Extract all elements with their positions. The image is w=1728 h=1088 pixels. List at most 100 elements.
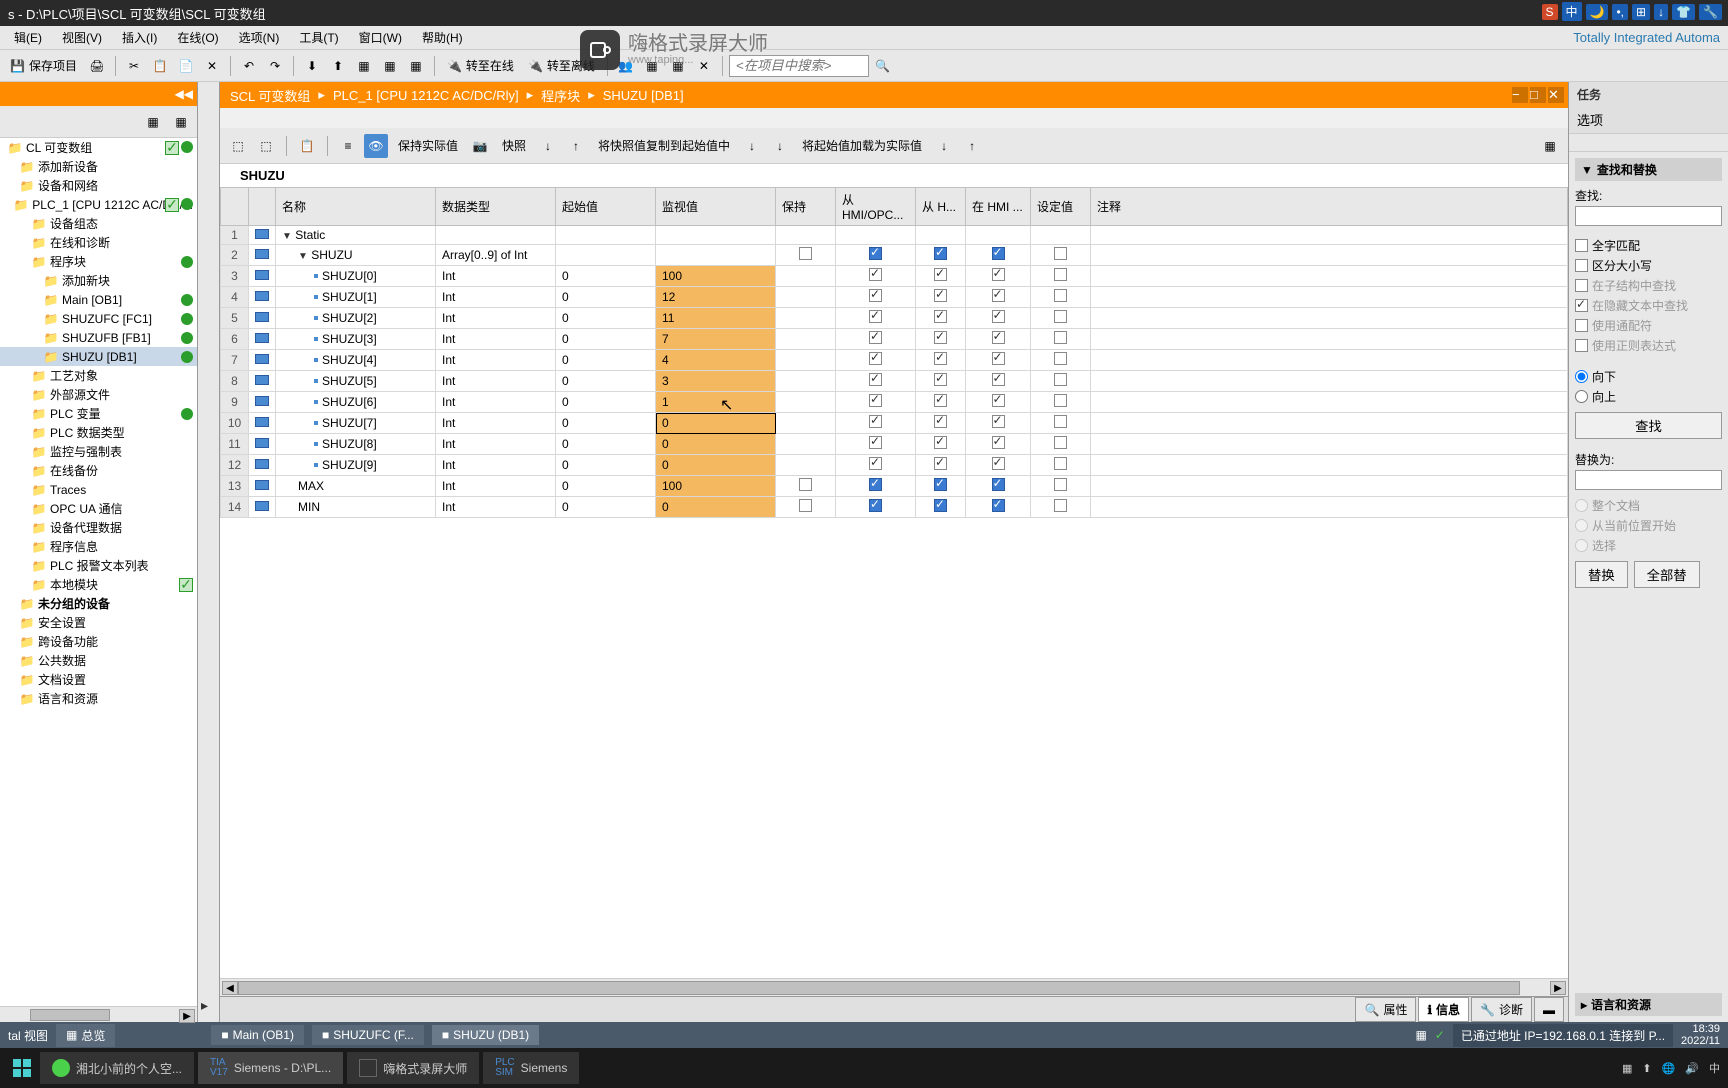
menu-edit[interactable]: 辑(E) [4,27,52,48]
table-row[interactable]: 14 MIN Int 0 0 [221,497,1568,518]
col-name[interactable]: 名称 [276,188,436,226]
match-whole-checkbox[interactable]: 全字匹配 [1575,237,1722,254]
tree-item[interactable]: 📁Traces [0,480,197,499]
start-cell[interactable]: 0 [556,329,656,350]
col-hmiopc[interactable]: 从 HMI/OPC... [836,188,916,226]
monitor-cell[interactable]: 0 [656,455,776,476]
fromh-cell[interactable] [916,308,966,329]
monitor-cell[interactable] [656,226,776,245]
table-row[interactable]: 6 SHUZU[3] Int 0 7 [221,329,1568,350]
retain-cell[interactable] [776,329,836,350]
col-type[interactable]: 数据类型 [436,188,556,226]
setpoint-cell[interactable] [1031,413,1091,434]
inhmi-cell[interactable] [966,413,1031,434]
start-cell[interactable]: 0 [556,392,656,413]
start-cell[interactable]: 0 [556,350,656,371]
fromh-cell[interactable] [916,455,966,476]
start-cell[interactable]: 0 [556,455,656,476]
et-icon[interactable]: 📋 [295,134,319,158]
toolbar-icon[interactable]: ▦ [352,54,376,78]
tree-item[interactable]: 📁SHUZU [DB1] [0,347,197,366]
monitor-cell[interactable]: 1 [656,392,776,413]
setpoint-cell[interactable] [1031,226,1091,245]
tree-item[interactable]: 📁公共数据 [0,651,197,670]
table-row[interactable]: 4 SHUZU[1] Int 0 12 [221,287,1568,308]
hmi-cell[interactable] [836,497,916,518]
inhmi-cell[interactable] [966,497,1031,518]
type-cell[interactable]: Int [436,350,556,371]
project-tree[interactable]: 📁CL 可变数组✓📁添加新设备📁设备和网络📁PLC_1 [CPU 1212C A… [0,138,197,1006]
setpoint-cell[interactable] [1031,245,1091,266]
cut-button[interactable]: ✂ [122,54,146,78]
table-row[interactable]: 11 SHUZU[8] Int 0 0 [221,434,1568,455]
name-cell[interactable]: SHUZU[8] [276,434,436,455]
comment-cell[interactable] [1091,266,1568,287]
type-cell[interactable]: Int [436,476,556,497]
breadcrumb-blocks[interactable]: 程序块 [541,86,580,105]
setpoint-cell[interactable] [1031,308,1091,329]
type-cell[interactable]: Int [436,455,556,476]
monitor-cell[interactable]: 4 [656,350,776,371]
tray-icon[interactable]: ↓ [1654,4,1668,20]
direction-up-radio[interactable]: 向上 [1575,388,1722,405]
tree-item[interactable]: 📁PLC 数据类型 [0,423,197,442]
name-cell[interactable]: SHUZU[7] [276,413,436,434]
tree-item[interactable]: 📁跨设备功能 [0,632,197,651]
tree-item[interactable]: 📁外部源文件 [0,385,197,404]
go-offline-button[interactable]: 🔌 转至离线 [522,57,601,74]
project-search-input[interactable] [729,55,869,77]
tray-icon[interactable]: 中 [1562,2,1582,21]
fromh-cell[interactable] [916,497,966,518]
setpoint-cell[interactable] [1031,455,1091,476]
monitor-cell[interactable]: 0 [656,434,776,455]
hmi-cell[interactable] [836,226,916,245]
start-cell[interactable]: 0 [556,371,656,392]
find-button[interactable]: 查找 [1575,412,1722,439]
et-icon[interactable]: ↓ [768,134,792,158]
task-browser[interactable]: 湘北小前的个人空... [40,1052,194,1084]
fromh-cell[interactable] [916,266,966,287]
monitor-cell[interactable]: 3 [656,371,776,392]
setpoint-cell[interactable] [1031,350,1091,371]
tree-view-icon[interactable]: ▦ [141,110,165,134]
menu-tools[interactable]: 工具(T) [289,27,348,48]
col-start[interactable]: 起始值 [556,188,656,226]
col-fromh[interactable]: 从 H... [916,188,966,226]
tree-item[interactable]: 📁本地模块✓ [0,575,197,594]
hmi-cell[interactable] [836,350,916,371]
retain-cell[interactable] [776,497,836,518]
et-icon[interactable]: ⬚ [254,134,278,158]
setpoint-cell[interactable] [1031,497,1091,518]
lang-res-header[interactable]: ▸ 语言和资源 [1575,993,1722,1016]
toolbar-icon[interactable]: ▦ [378,54,402,78]
menu-view[interactable]: 视图(V) [52,27,112,48]
ime-indicator[interactable]: 中 [1709,1060,1720,1076]
menu-help[interactable]: 帮助(H) [412,27,473,48]
tree-item[interactable]: 📁CL 可变数组✓ [0,138,197,157]
menu-window[interactable]: 窗口(W) [349,27,412,48]
find-replace-header[interactable]: ▼ 查找和替换 [1575,158,1722,181]
setpoint-cell[interactable] [1031,266,1091,287]
col-setpoint[interactable]: 设定值 [1031,188,1091,226]
tray-icon[interactable]: •, [1612,4,1628,20]
editor-tab-db[interactable]: ■ SHUZU (DB1) [432,1025,539,1045]
inhmi-cell[interactable] [966,308,1031,329]
editor-tab-fc[interactable]: ■ SHUZUFC (F... [312,1025,424,1045]
minimize-icon[interactable]: − [1512,87,1528,103]
comment-cell[interactable] [1091,329,1568,350]
properties-tab[interactable]: 🔍 属性 [1355,997,1416,1022]
comment-cell[interactable] [1091,371,1568,392]
table-row[interactable]: 12 SHUZU[9] Int 0 0 [221,455,1568,476]
tray-icon[interactable]: 🌙 [1586,4,1609,20]
hmi-cell[interactable] [836,329,916,350]
retain-cell[interactable] [776,245,836,266]
tree-item[interactable]: 📁PLC_1 [CPU 1212C AC/DC/...✓ [0,195,197,214]
task-recorder[interactable]: 嗨格式录屏大师 [347,1052,479,1084]
table-row[interactable]: 5 SHUZU[2] Int 0 11 [221,308,1568,329]
tree-item[interactable]: 📁设备代理数据 [0,518,197,537]
start-button[interactable] [8,1052,36,1084]
maximize-icon[interactable]: □ [1530,87,1546,103]
retain-cell[interactable] [776,350,836,371]
breadcrumb-root[interactable]: SCL 可变数组 [230,86,310,105]
keep-actual-button[interactable]: 保持实际值 [392,137,464,154]
